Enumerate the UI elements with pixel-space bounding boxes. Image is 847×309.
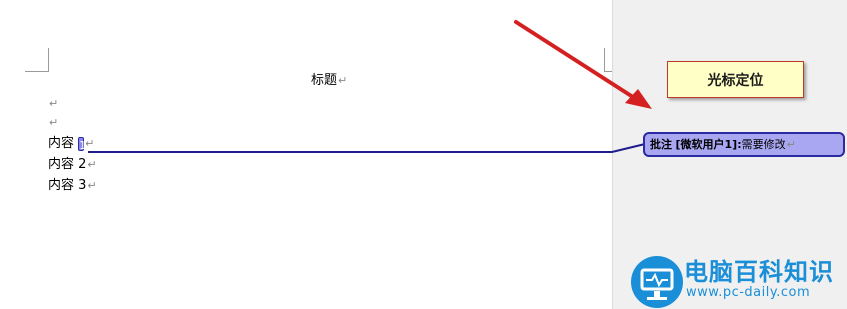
comment-connector-line	[88, 143, 646, 153]
watermark-name: 电脑百科知识	[684, 258, 834, 286]
site-watermark: 电脑百科知识 www.pc-daily.com	[630, 248, 847, 309]
comment-author: [微软用户1]:	[675, 138, 742, 151]
red-arrow-icon	[514, 20, 652, 109]
comment-balloon[interactable]: 批注 [微软用户1]:需要修改↵	[643, 132, 845, 157]
comment-text: 需要修改	[741, 138, 786, 151]
comment-label: 批注	[650, 138, 672, 151]
paragraph-mark: ↵	[786, 138, 796, 151]
monitor-icon	[631, 256, 683, 308]
watermark-url: www.pc-daily.com	[686, 285, 811, 300]
cursor-position-callout: 光标定位	[667, 61, 804, 98]
callout-label: 光标定位	[707, 72, 764, 89]
